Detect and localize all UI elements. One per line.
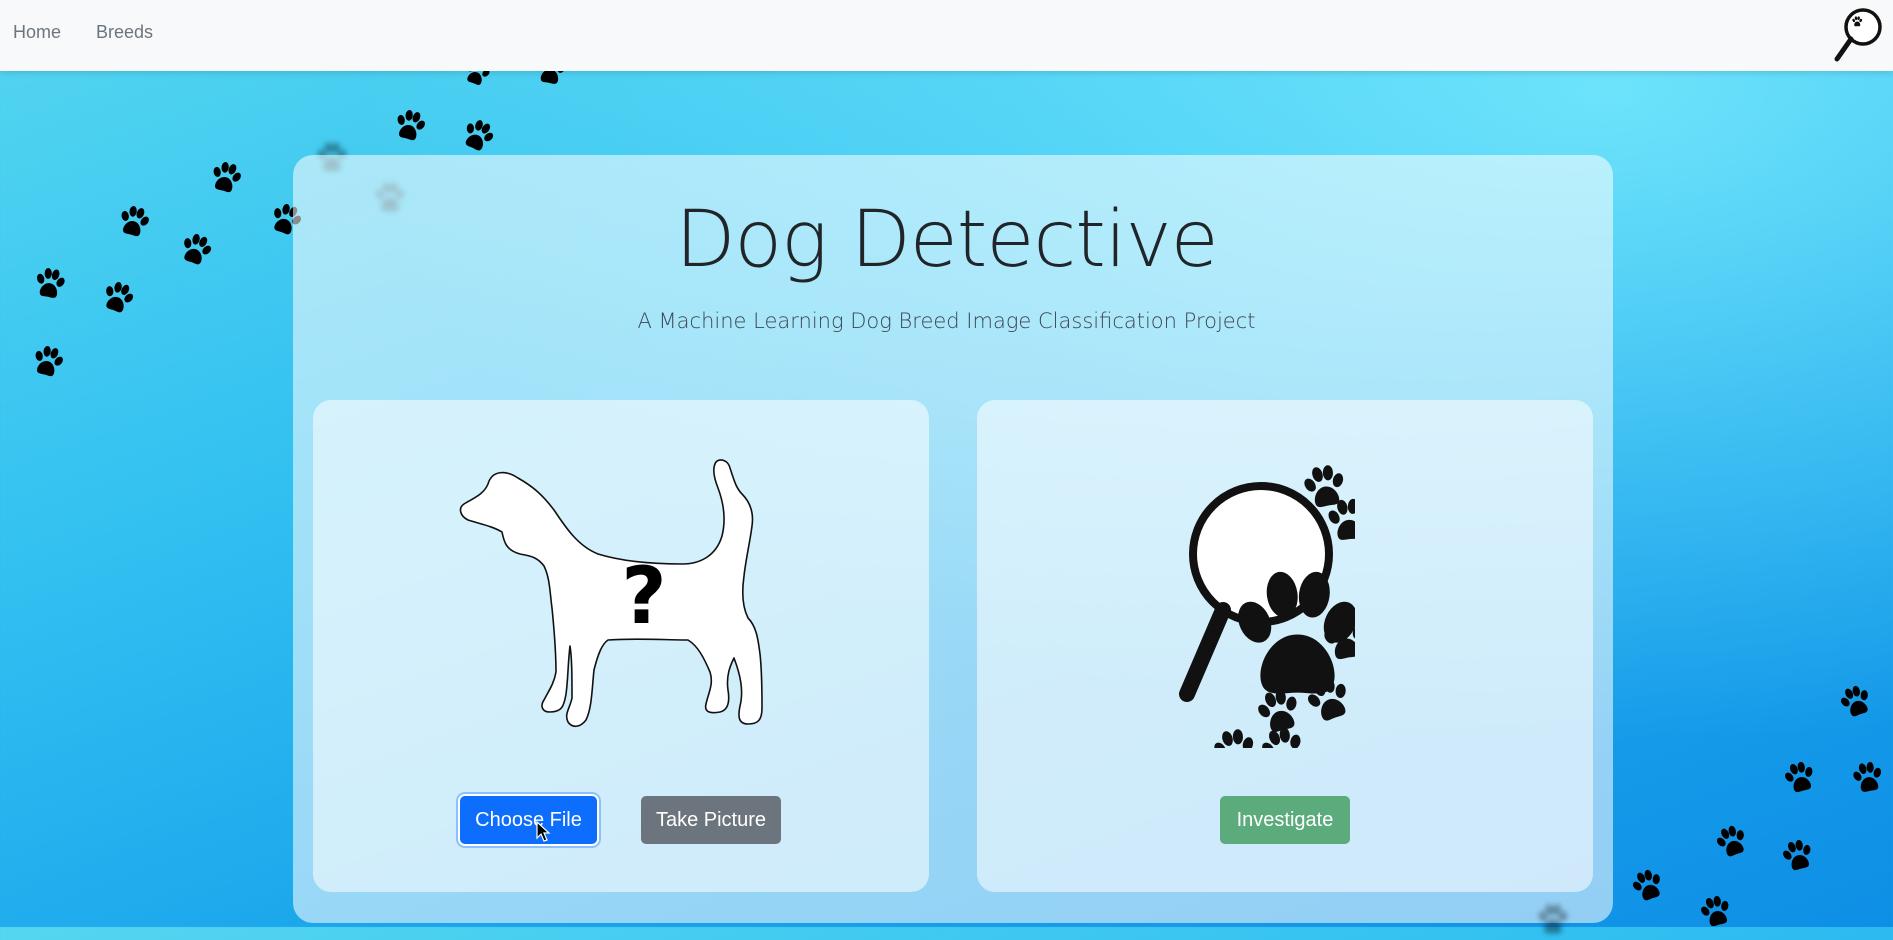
magnifier-paw-prints-icon — [1179, 448, 1355, 748]
svg-text:?: ? — [621, 552, 666, 642]
paw-magnifier-icon[interactable] — [1831, 6, 1883, 62]
page-title: Dog Detective — [675, 195, 1218, 285]
page-subtitle: A Machine Learning Dog Breed Image Class… — [637, 309, 1256, 333]
paw-print-icon — [1847, 755, 1889, 801]
dog-silhouette-question-icon: ? — [459, 459, 763, 728]
take-picture-button[interactable]: Take Picture — [641, 796, 781, 844]
mouse-cursor-icon — [536, 821, 551, 842]
navbar: Home Breeds — [0, 0, 1893, 71]
investigate-button[interactable]: Investigate — [1220, 796, 1350, 844]
paw-print-icon — [1535, 900, 1571, 940]
choose-file-button[interactable]: Choose File — [460, 796, 597, 844]
nav-link-breeds[interactable]: Breeds — [96, 22, 153, 43]
nav-link-home[interactable]: Home — [13, 22, 61, 43]
